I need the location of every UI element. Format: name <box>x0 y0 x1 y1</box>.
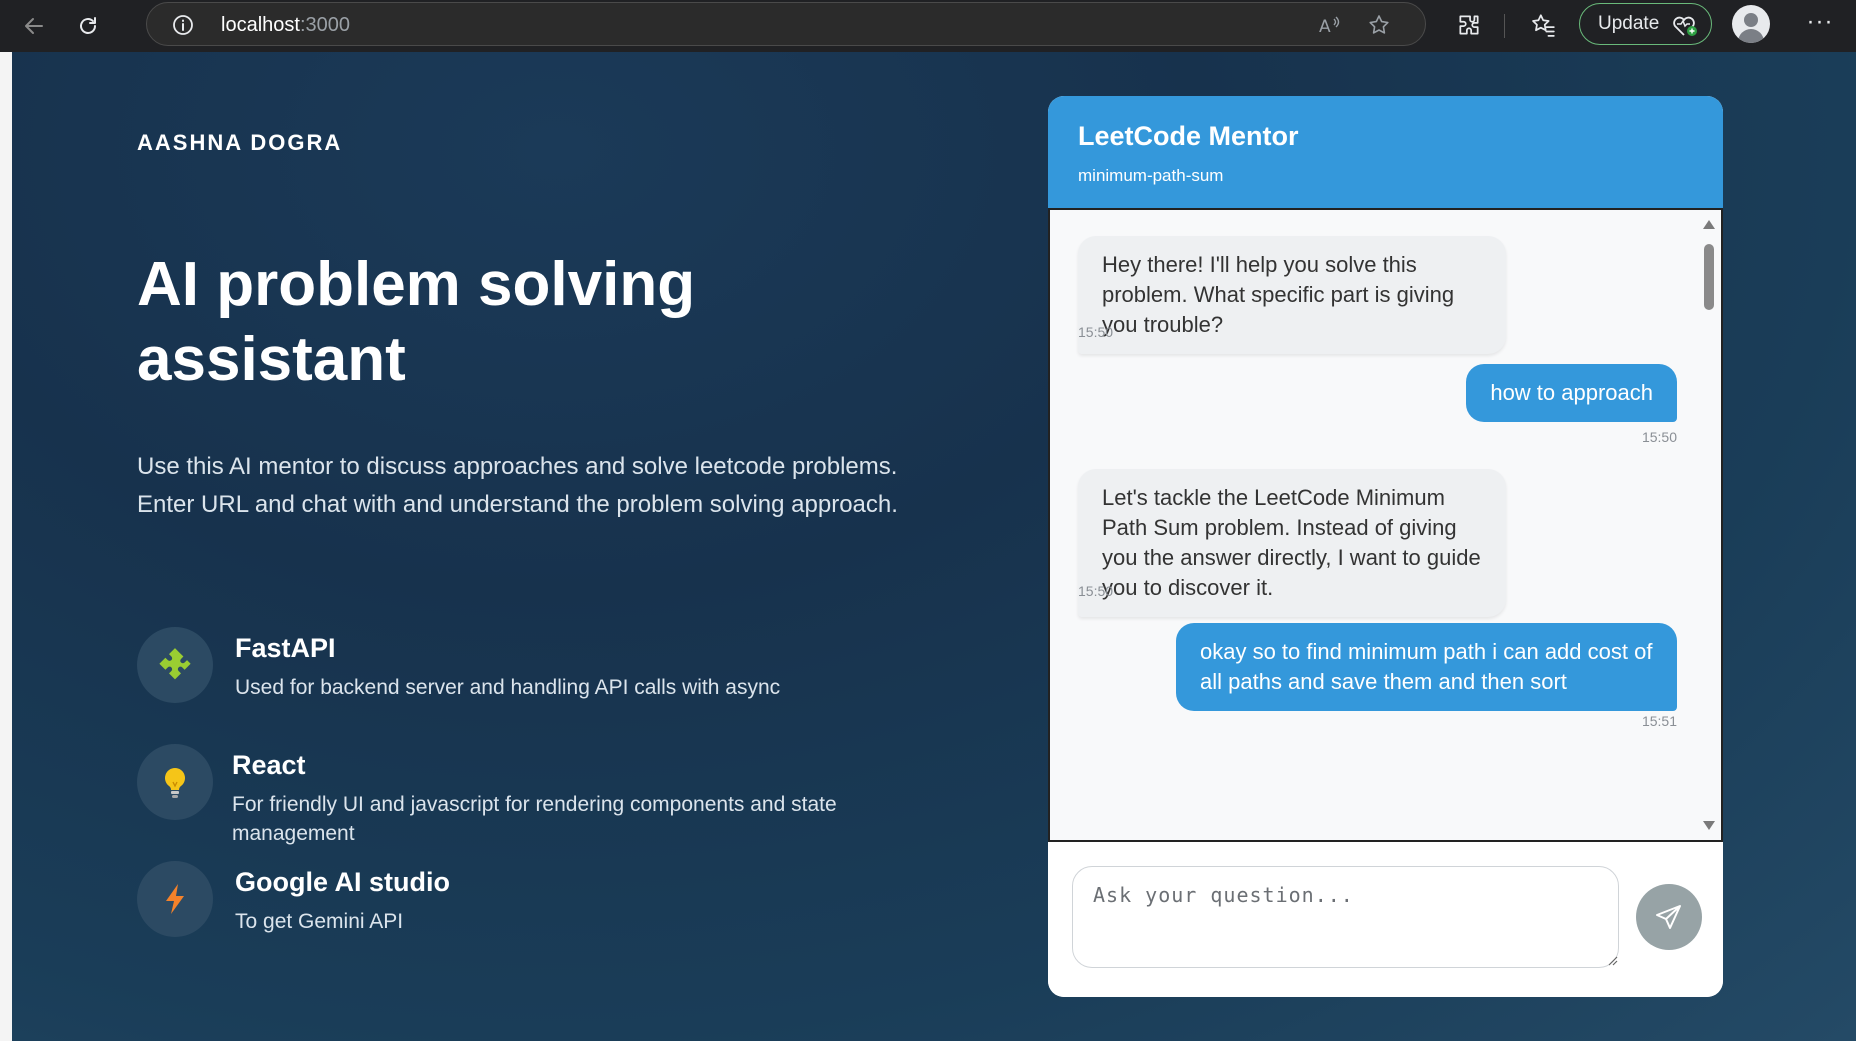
hero-desc-line-2: Enter URL and chat with and understand t… <box>137 491 898 518</box>
chat-panel: LeetCode Mentor minimum-path-sum Hey the… <box>1048 96 1723 997</box>
more-icon[interactable]: ··· <box>1800 10 1840 40</box>
feature-desc: To get Gemini API <box>235 910 404 933</box>
send-icon <box>1656 905 1681 929</box>
url-port: :3000 <box>299 14 350 36</box>
page-edge <box>0 52 12 1041</box>
bot-message: Let's tackle the LeetCode Minimum Path S… <box>1078 469 1506 617</box>
message-scrollbar[interactable] <box>1703 210 1719 840</box>
scroll-up-arrow-icon[interactable] <box>1703 220 1715 229</box>
chat-header: LeetCode Mentor minimum-path-sum <box>1048 96 1723 208</box>
address-bar[interactable]: localhost:3000 A <box>146 2 1426 46</box>
feature-title: React <box>232 750 306 780</box>
toolbar-divider <box>1504 14 1505 38</box>
profile-icon-body <box>1738 29 1764 43</box>
url-host: localhost <box>221 14 300 36</box>
send-button[interactable] <box>1636 884 1702 950</box>
feature-icon-circle <box>137 627 213 703</box>
extensions-icon[interactable] <box>1456 12 1482 38</box>
message-time: 15:50 <box>1078 583 1114 599</box>
message-time: 15:50 <box>1078 324 1114 340</box>
puzzle-icon <box>159 648 191 680</box>
profile-avatar[interactable] <box>1732 5 1770 43</box>
user-message: how to approach <box>1466 364 1677 422</box>
health-heart-icon <box>1673 16 1697 36</box>
lightning-icon <box>166 884 184 914</box>
svg-text:A: A <box>1319 17 1331 37</box>
favorite-star-icon[interactable] <box>1367 13 1391 37</box>
app-page: AASHNA DOGRA AI problem solving assistan… <box>0 52 1856 1041</box>
user-message: okay so to find minimum path i can add c… <box>1176 623 1677 711</box>
feature-icon-circle <box>137 861 213 937</box>
read-aloud-icon[interactable]: A <box>1317 13 1341 37</box>
scroll-down-arrow-icon[interactable] <box>1703 821 1715 830</box>
feature-title: FastAPI <box>235 633 336 663</box>
update-label: Update <box>1598 13 1660 34</box>
browser-toolbar: localhost:3000 A Update ··· <box>0 0 1856 52</box>
message-time: 15:50 <box>1641 429 1677 445</box>
lightbulb-icon <box>165 768 185 798</box>
reload-icon <box>80 17 96 34</box>
scroll-thumb[interactable] <box>1704 244 1714 310</box>
message-list[interactable]: Hey there! I'll help you solve this prob… <box>1048 208 1723 842</box>
back-icon <box>25 18 43 34</box>
feature-desc: Used for backend server and handling API… <box>235 676 781 699</box>
favorites-icon[interactable] <box>1530 12 1556 38</box>
feature-desc: For friendly UI and javascript for rende… <box>232 793 837 845</box>
message-time: 15:51 <box>1641 713 1677 729</box>
reload-button[interactable] <box>68 6 108 46</box>
question-input[interactable] <box>1072 866 1619 968</box>
chat-composer <box>1048 842 1723 997</box>
hero-description: Use this AI mentor to discuss approaches… <box>137 448 937 524</box>
back-button[interactable] <box>14 6 54 46</box>
feature-icon-circle <box>137 744 213 820</box>
info-icon[interactable] <box>171 13 195 37</box>
update-button[interactable]: Update <box>1579 3 1712 45</box>
problem-slug: minimum-path-sum <box>1078 166 1224 185</box>
url-text[interactable]: localhost:3000 <box>221 14 350 37</box>
brand-name: AASHNA DOGRA <box>137 130 343 155</box>
bot-message: Hey there! I'll help you solve this prob… <box>1078 236 1506 354</box>
hero-title: AI problem solving assistant <box>137 250 696 394</box>
hero-desc-line-1: Use this AI mentor to discuss approaches… <box>137 453 898 480</box>
feature-title: Google AI studio <box>235 867 450 897</box>
resize-grip-icon[interactable] <box>1606 954 1618 966</box>
profile-icon <box>1744 13 1758 27</box>
chat-title: LeetCode Mentor <box>1078 121 1299 151</box>
